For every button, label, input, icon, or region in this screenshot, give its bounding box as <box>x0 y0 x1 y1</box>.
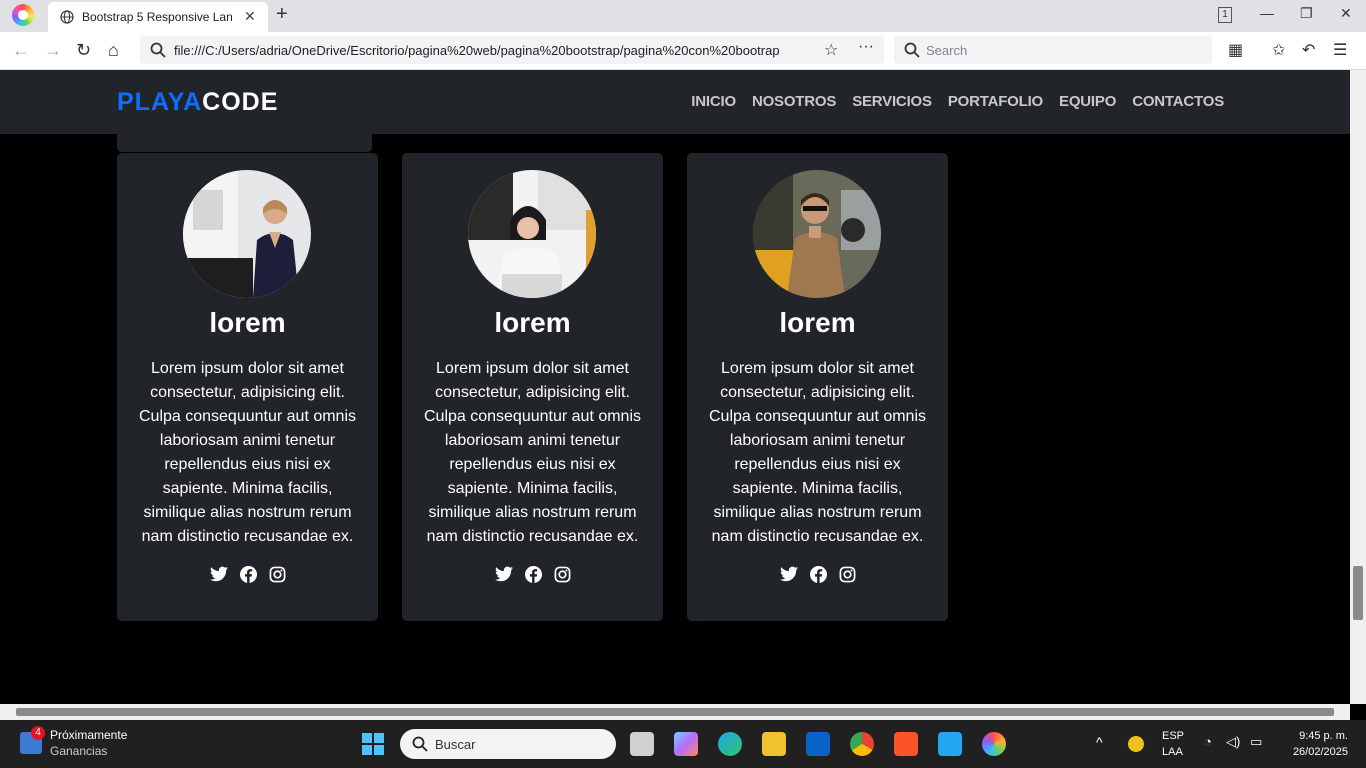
tray-chevron-icon[interactable]: ^ <box>1096 734 1103 750</box>
favorites-icon[interactable]: ✩ <box>1272 40 1285 60</box>
site-menu: INICIO NOSOTROS SERVICIOS PORTAFOLIO EQU… <box>691 93 1224 110</box>
card-name: lorem <box>494 307 571 338</box>
more-icon[interactable]: ··· <box>858 38 874 56</box>
horizontal-scrollbar[interactable] <box>0 704 1350 720</box>
battery-icon[interactable]: ▭ <box>1250 734 1262 750</box>
nav-link-portafolio[interactable]: PORTAFOLIO <box>948 93 1043 110</box>
tab-title: Bootstrap 5 Responsive Landi <box>82 10 232 24</box>
history-icon[interactable]: ↶ <box>1302 40 1315 60</box>
edge-icon[interactable] <box>718 732 742 756</box>
social-links <box>687 566 948 583</box>
instagram-icon[interactable] <box>554 566 571 583</box>
forward-icon[interactable]: → <box>44 40 62 61</box>
notification-badge: 4 <box>31 726 45 740</box>
team-card: lorem Lorem ipsum dolor sit amet consect… <box>117 153 378 621</box>
apps-grid-icon[interactable]: ▦ <box>1228 40 1243 60</box>
nav-link-contactos[interactable]: CONTACTOS <box>1132 93 1224 110</box>
nav-link-equipo[interactable]: EQUIPO <box>1059 93 1116 110</box>
card-name: lorem <box>209 307 286 338</box>
twitter-icon[interactable] <box>209 566 228 582</box>
nav-link-servicios[interactable]: SERVICIOS <box>852 93 932 110</box>
language-secondary[interactable]: LAA <box>1162 746 1183 758</box>
file-explorer-icon[interactable] <box>762 732 786 756</box>
task-view-icon[interactable] <box>630 732 654 756</box>
close-tab-icon[interactable]: ✕ <box>244 8 256 25</box>
close-window-icon[interactable]: ✕ <box>1340 5 1352 22</box>
search-icon <box>412 736 428 752</box>
taskbar-search[interactable]: Buscar <box>400 729 616 759</box>
browser-taskbar-icon[interactable] <box>982 732 1006 756</box>
language-primary[interactable]: ESP <box>1162 730 1184 742</box>
vertical-scrollbar-thumb[interactable] <box>1353 566 1363 620</box>
volume-icon[interactable]: ◁) <box>1226 734 1240 750</box>
taskbar-search-text: Buscar <box>435 737 476 752</box>
outlook-icon[interactable] <box>806 732 830 756</box>
card-text: Lorem ipsum dolor sit amet consectetur, … <box>423 360 642 545</box>
chrome-icon[interactable] <box>850 732 874 756</box>
twitter-icon[interactable] <box>494 566 513 582</box>
search-icon <box>904 42 920 58</box>
browser-tab[interactable]: Bootstrap 5 Responsive Landi ✕ <box>48 2 268 32</box>
card-name: lorem <box>779 307 856 338</box>
menu-icon[interactable]: ☰ <box>1333 40 1347 60</box>
search-placeholder: Search <box>926 43 968 58</box>
social-links <box>402 566 663 583</box>
vscode-icon[interactable] <box>938 732 962 756</box>
maximize-icon[interactable]: ❐ <box>1300 5 1313 22</box>
web-page: PLAYACODE INICIO NOSOTROS SERVICIOS PORT… <box>0 70 1350 704</box>
instagram-icon[interactable] <box>839 566 856 583</box>
browser-tabbar: Bootstrap 5 Responsive Landi ✕ + 1 — ❐ ✕ <box>0 0 1366 32</box>
nav-link-nosotros[interactable]: NOSOTROS <box>752 93 836 110</box>
address-bar[interactable]: file:///C:/Users/adria/OneDrive/Escritor… <box>140 36 884 64</box>
minimize-icon[interactable]: — <box>1260 5 1274 21</box>
browser-toolbar: ← → ↻ ⌂ file:///C:/Users/adria/OneDrive/… <box>0 32 1366 70</box>
new-tab-icon[interactable]: + <box>276 3 288 26</box>
twitter-icon[interactable] <box>779 566 798 582</box>
bookmark-star-icon[interactable]: ☆ <box>824 40 838 60</box>
card-text: Lorem ipsum dolor sit amet consectetur, … <box>138 360 357 545</box>
back-icon[interactable]: ← <box>12 40 30 61</box>
widget-title[interactable]: Próximamente <box>50 728 127 742</box>
social-links <box>117 566 378 583</box>
horizontal-scrollbar-thumb[interactable] <box>16 708 1334 716</box>
avatar <box>468 170 596 298</box>
facebook-icon[interactable] <box>524 566 542 583</box>
url-text[interactable]: file:///C:/Users/adria/OneDrive/Escritor… <box>174 43 818 58</box>
widget-subtitle[interactable]: Ganancias <box>50 744 107 758</box>
globe-icon <box>60 10 74 24</box>
copilot-icon[interactable] <box>674 732 698 756</box>
tray-app-icon[interactable] <box>1128 736 1144 752</box>
nav-link-inicio[interactable]: INICIO <box>691 93 736 110</box>
wifi-icon[interactable]: ◔ <box>1204 734 1212 749</box>
tab-count-icon[interactable]: 1 <box>1218 7 1232 23</box>
clock-time[interactable]: 9:45 p. m. <box>1286 730 1348 742</box>
previous-card-bottom <box>117 134 372 152</box>
site-navbar: PLAYACODE INICIO NOSOTROS SERVICIOS PORT… <box>0 70 1350 134</box>
brand-part2: CODE <box>202 88 279 116</box>
taskbar: 4 Próximamente Ganancias Buscar ^ ESP LA… <box>0 720 1366 768</box>
facebook-icon[interactable] <box>239 566 257 583</box>
reload-icon[interactable]: ↻ <box>76 40 91 61</box>
instagram-icon[interactable] <box>269 566 286 583</box>
site-brand[interactable]: PLAYACODE <box>117 88 278 117</box>
facebook-icon[interactable] <box>809 566 827 583</box>
avatar <box>753 170 881 298</box>
team-card: lorem Lorem ipsum dolor sit amet consect… <box>687 153 948 621</box>
card-text: Lorem ipsum dolor sit amet consectetur, … <box>708 360 927 545</box>
clock-date[interactable]: 26/02/2025 <box>1280 746 1348 758</box>
team-card: lorem Lorem ipsum dolor sit amet consect… <box>402 153 663 621</box>
avatar <box>183 170 311 298</box>
brand-part1: PLAYA <box>117 88 203 116</box>
brave-icon[interactable] <box>894 732 918 756</box>
home-icon[interactable]: ⌂ <box>108 40 119 61</box>
search-bar[interactable]: Search <box>894 36 1212 64</box>
search-icon <box>150 42 166 58</box>
browser-logo-icon[interactable] <box>12 4 34 26</box>
vertical-scrollbar[interactable] <box>1350 70 1366 704</box>
windows-start-icon[interactable] <box>362 733 384 755</box>
